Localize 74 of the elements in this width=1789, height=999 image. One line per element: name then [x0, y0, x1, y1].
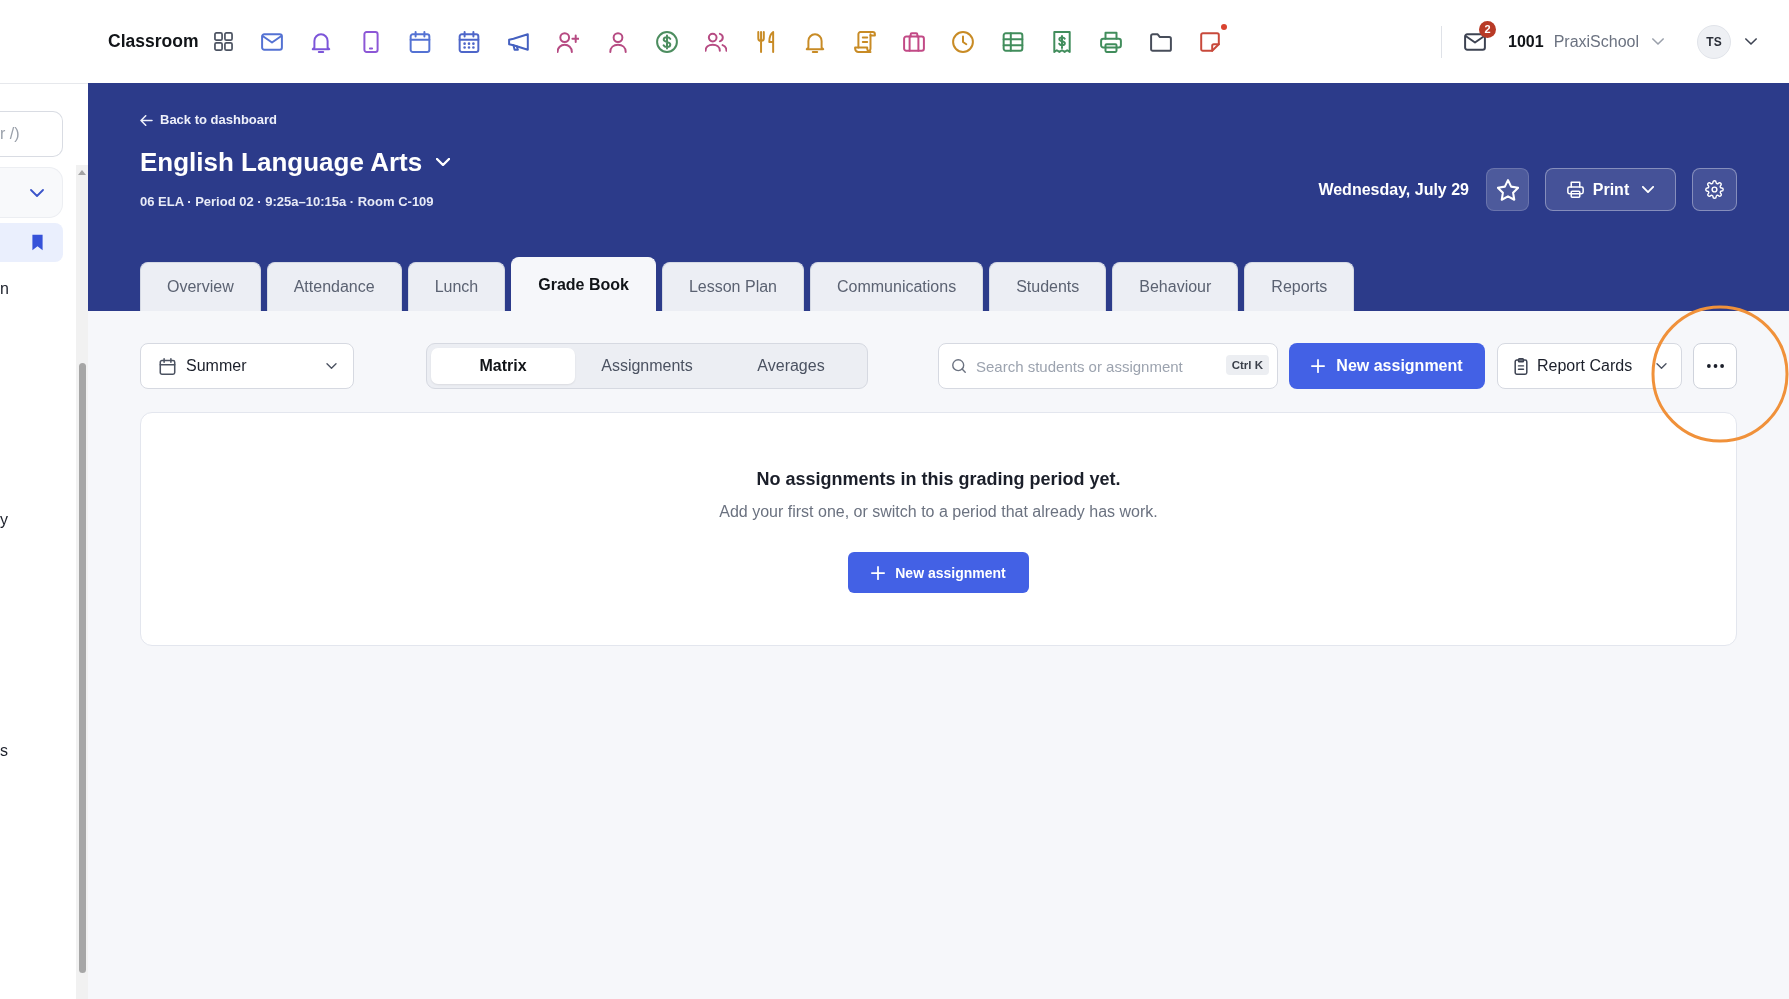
user-plus-icon[interactable] — [557, 30, 580, 53]
more-icon — [1706, 364, 1724, 368]
clock-icon[interactable] — [952, 30, 975, 53]
bookmark-item[interactable] — [0, 223, 63, 262]
printer-icon — [1566, 181, 1584, 198]
section-toggle[interactable] — [0, 167, 63, 218]
scroll-icon[interactable] — [853, 30, 876, 53]
nav-item[interactable]: y — [0, 508, 8, 532]
view-tab[interactable]: Averages — [719, 348, 863, 384]
printer-icon[interactable] — [1100, 30, 1123, 53]
favorite-button[interactable] — [1486, 168, 1529, 211]
print-button[interactable]: Print — [1545, 168, 1676, 211]
course-title: English Language Arts — [140, 146, 423, 178]
receipt-icon[interactable] — [1051, 30, 1074, 53]
table-icon[interactable] — [1001, 30, 1024, 53]
tab[interactable]: Lunch — [407, 262, 506, 311]
plus-icon — [1311, 359, 1326, 373]
empty-state-title: No assignments in this grading period yet. — [756, 468, 1121, 491]
shortcut-hint: Ctrl K — [1225, 355, 1269, 375]
chevron-down-icon — [1652, 38, 1664, 45]
report-cards-button[interactable]: Report Cards — [1497, 343, 1682, 389]
settings-icon — [1705, 180, 1724, 199]
tab[interactable]: Communications — [810, 262, 984, 311]
plus-icon — [871, 565, 886, 580]
user-icon[interactable] — [606, 30, 629, 53]
chevron-down-icon — [30, 188, 44, 197]
bell-icon[interactable] — [310, 30, 333, 53]
nav-item[interactable]: s — [0, 739, 8, 763]
chevron-down-icon — [1656, 363, 1667, 369]
back-link[interactable]: Back to dashboard — [140, 111, 278, 129]
megaphone-icon[interactable] — [507, 30, 530, 53]
empty-state-message: Add your first one, or switch to a period that already has work. — [719, 502, 1158, 522]
folder-icon[interactable] — [1149, 30, 1172, 53]
view-tab[interactable]: Matrix — [431, 348, 575, 384]
dollar-circle-icon[interactable] — [655, 30, 678, 53]
bell-icon[interactable] — [804, 30, 827, 53]
tab[interactable]: Overview — [140, 262, 261, 311]
new-assignment-button[interactable]: New assignment — [1289, 343, 1485, 389]
mail-icon[interactable] — [1464, 30, 1487, 53]
calendar-icon[interactable] — [409, 30, 431, 53]
briefcase-icon[interactable] — [902, 30, 925, 53]
tab[interactable]: Students — [989, 262, 1107, 311]
course-details: 06 ELA · Period 02 · 9:25a–10:15a · Room C-109 — [140, 193, 434, 211]
scrollbar-thumb[interactable] — [78, 363, 86, 973]
search-field[interactable]: r /) — [0, 111, 63, 157]
school-switcher[interactable]: 1001 PraxiSchool — [1508, 32, 1664, 51]
nav-item[interactable]: n — [0, 277, 9, 301]
search-icon — [952, 359, 966, 373]
apps-grid-icon[interactable] — [214, 32, 234, 51]
mail-icon[interactable] — [260, 30, 283, 53]
users-icon[interactable] — [705, 30, 728, 53]
arrow-left-icon — [140, 114, 153, 126]
tab[interactable]: Attendance — [266, 262, 402, 311]
new-assignment-button[interactable]: New assignment — [848, 552, 1029, 593]
tab[interactable]: Behaviour — [1112, 262, 1239, 311]
calendar-icon — [159, 357, 176, 375]
chevron-down-icon — [326, 363, 337, 369]
tab[interactable]: Lesson Plan — [661, 262, 804, 311]
bookmark-icon — [31, 234, 44, 251]
settings-button[interactable] — [1692, 168, 1737, 211]
clipboard-icon — [1514, 357, 1528, 375]
current-date: Wednesday, July 29 — [1318, 180, 1469, 199]
tab[interactable]: Reports — [1244, 262, 1355, 311]
fork-knife-icon[interactable] — [754, 30, 777, 53]
unread-count-badge: 2 — [1479, 20, 1497, 38]
chevron-down-icon[interactable] — [1745, 38, 1757, 45]
user-avatar[interactable]: TS — [1697, 24, 1731, 59]
calendar-icon[interactable] — [458, 30, 481, 53]
chevron-down-icon — [1642, 186, 1655, 193]
note-icon[interactable] — [1199, 30, 1222, 53]
tab[interactable]: Grade Book — [511, 257, 656, 311]
period-dropdown[interactable]: Summer — [140, 343, 354, 389]
view-tab[interactable]: Assignments — [575, 348, 719, 384]
app-title: Classroom — [108, 31, 199, 52]
